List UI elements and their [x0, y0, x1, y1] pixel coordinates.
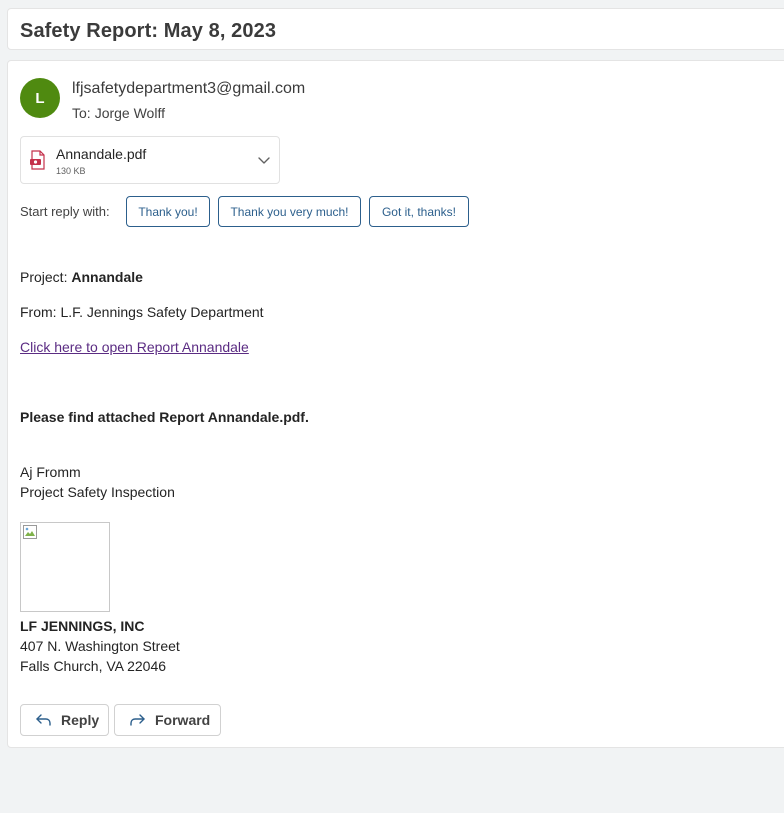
- chevron-down-icon[interactable]: [257, 153, 271, 167]
- reply-button[interactable]: Reply: [20, 704, 109, 736]
- recipient-name[interactable]: Jorge Wolff: [95, 105, 165, 121]
- sender-email[interactable]: lfjsafetydepartment3@gmail.com: [72, 80, 305, 98]
- reply-arrow-icon: [36, 714, 51, 726]
- forward-arrow-icon: [130, 714, 145, 726]
- forward-label: Forward: [155, 712, 211, 728]
- quick-reply-got-it-button[interactable]: Got it, thanks!: [369, 196, 469, 227]
- broken-image-icon: [23, 525, 37, 539]
- quick-reply-prompt: Start reply with:: [20, 204, 110, 219]
- sender-avatar[interactable]: L: [20, 78, 60, 118]
- email-subject: Safety Report: May 8, 2023: [20, 20, 277, 42]
- subject-bar: Safety Report: May 8, 2023: [7, 8, 784, 50]
- company-name: LF JENNINGS, INC: [20, 618, 145, 634]
- quick-reply-thank-you-very-much-button[interactable]: Thank you very much!: [218, 196, 361, 227]
- project-name: Annandale: [71, 269, 143, 285]
- email-message-card: L lfjsafetydepartment3@gmail.com To: Jorg…: [7, 60, 784, 748]
- attachment-name: Annandale.pdf: [56, 146, 147, 162]
- company-logo-image: [20, 522, 110, 612]
- attachment-card[interactable]: Annandale.pdf 130 KB: [20, 136, 280, 184]
- quick-reply-thank-you-button[interactable]: Thank you!: [126, 196, 210, 227]
- signature-title: Project Safety Inspection: [20, 484, 175, 500]
- company-address-line2: Falls Church, VA 22046: [20, 658, 167, 674]
- signature-name: Aj Fromm: [20, 464, 81, 480]
- reply-label: Reply: [61, 712, 100, 728]
- company-address-line1: 407 N. Washington Street: [20, 638, 180, 654]
- recipient-line: To: Jorge Wolff: [72, 105, 165, 121]
- pdf-file-icon: [30, 150, 45, 170]
- from-line: From: L.F. Jennings Safety Department: [20, 304, 264, 320]
- project-label: Project:: [20, 269, 72, 285]
- to-label: To:: [72, 105, 91, 121]
- report-link[interactable]: Click here to open Report Annandale: [20, 339, 249, 355]
- report-link-text[interactable]: Click here to open Report Annandale: [20, 339, 249, 355]
- forward-button[interactable]: Forward: [114, 704, 221, 736]
- attached-note: Please find attached Report Annandale.pd…: [20, 409, 309, 425]
- project-line: Project: Annandale: [20, 269, 143, 285]
- attachment-size: 130 KB: [56, 166, 86, 176]
